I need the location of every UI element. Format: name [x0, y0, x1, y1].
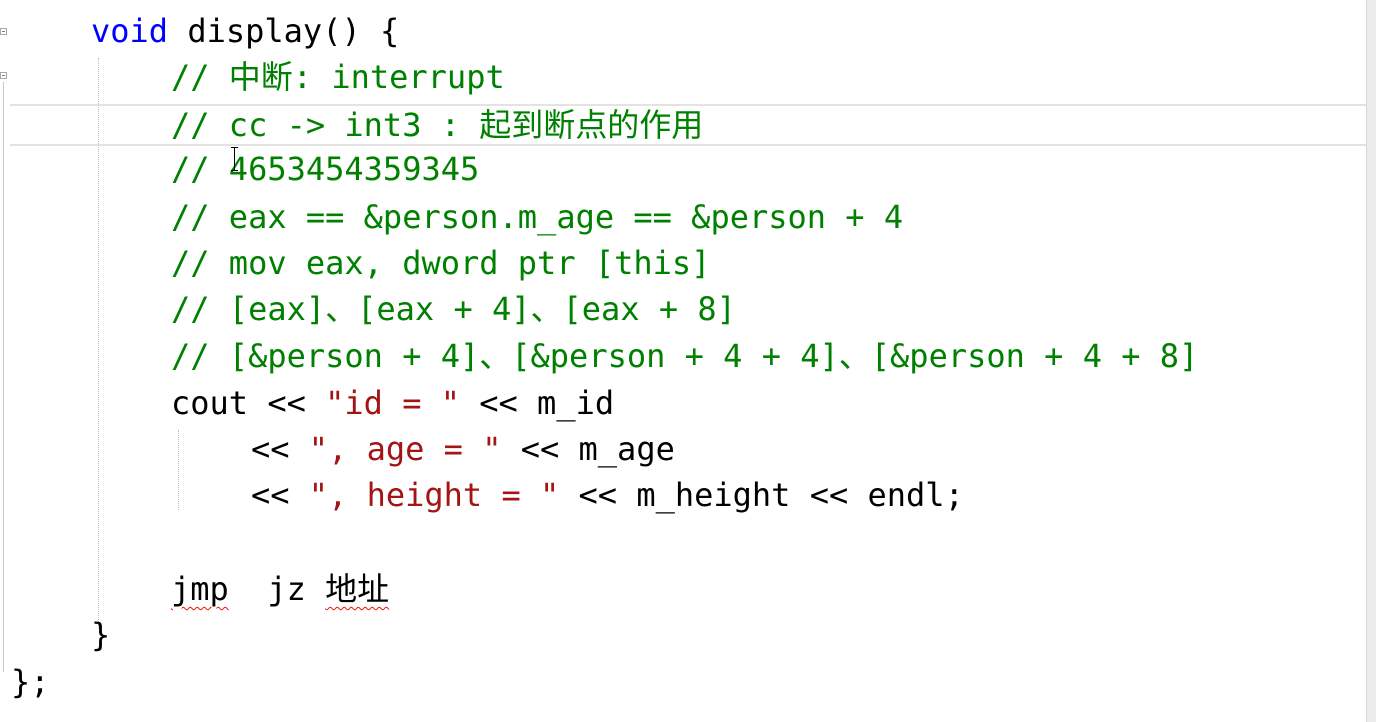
- code-token: << m_height << endl;: [559, 476, 964, 514]
- code-line-10[interactable]: << ", age = " << m_age: [251, 426, 675, 472]
- error-squiggle-word: jmp: [171, 570, 229, 608]
- code-line-7[interactable]: // [eax]、[eax + 4]、[eax + 8]: [171, 286, 736, 332]
- code-line-8[interactable]: // [&person + 4]、[&person + 4 + 4]、[&per…: [171, 333, 1198, 379]
- code-line-9[interactable]: cout << "id = " << m_id: [171, 380, 614, 426]
- code-token: <<: [251, 476, 309, 514]
- fold-range-line: [3, 82, 4, 672]
- code-editor[interactable]: void display() { // 中断: interrupt // cc …: [0, 0, 1376, 722]
- keyword-void: void: [91, 12, 169, 50]
- indent-guide: [178, 430, 179, 510]
- code-line-4[interactable]: // 4653454359345: [171, 146, 479, 192]
- code-line-14[interactable]: }: [91, 612, 110, 658]
- code-token: cout <<: [171, 384, 326, 422]
- code-line-13[interactable]: jmp jz 地址: [171, 566, 389, 612]
- code-line-11[interactable]: << ", height = " << m_height << endl;: [251, 472, 964, 518]
- code-line-3[interactable]: // cc -> int3 : 起到断点的作用: [171, 102, 703, 148]
- fold-collapse-icon[interactable]: [0, 28, 7, 35]
- code-token: jz: [228, 570, 326, 608]
- code-line-5[interactable]: // eax == &person.m_age == &person + 4: [171, 194, 903, 240]
- code-token: <<: [251, 430, 309, 468]
- string-literal: ", height = ": [308, 476, 560, 514]
- indent-guide: [98, 58, 99, 628]
- string-literal: "id = ": [325, 384, 460, 422]
- error-squiggle-word: 地址: [325, 570, 390, 608]
- code-line-6[interactable]: // mov eax, dword ptr [this]: [171, 240, 710, 286]
- vertical-scrollbar[interactable]: [1366, 0, 1376, 722]
- editor-gutter: [0, 0, 10, 722]
- string-literal: ", age = ": [308, 430, 502, 468]
- code-line-15[interactable]: };: [11, 659, 50, 705]
- function-signature: display() {: [168, 12, 400, 50]
- code-line-2[interactable]: // 中断: interrupt: [171, 54, 505, 100]
- code-token: << m_id: [459, 384, 615, 422]
- code-line-1[interactable]: void display() {: [91, 8, 399, 54]
- text-cursor-ibeam-icon: [230, 146, 240, 172]
- fold-collapse-icon[interactable]: [0, 72, 7, 79]
- code-token: << m_age: [501, 430, 675, 468]
